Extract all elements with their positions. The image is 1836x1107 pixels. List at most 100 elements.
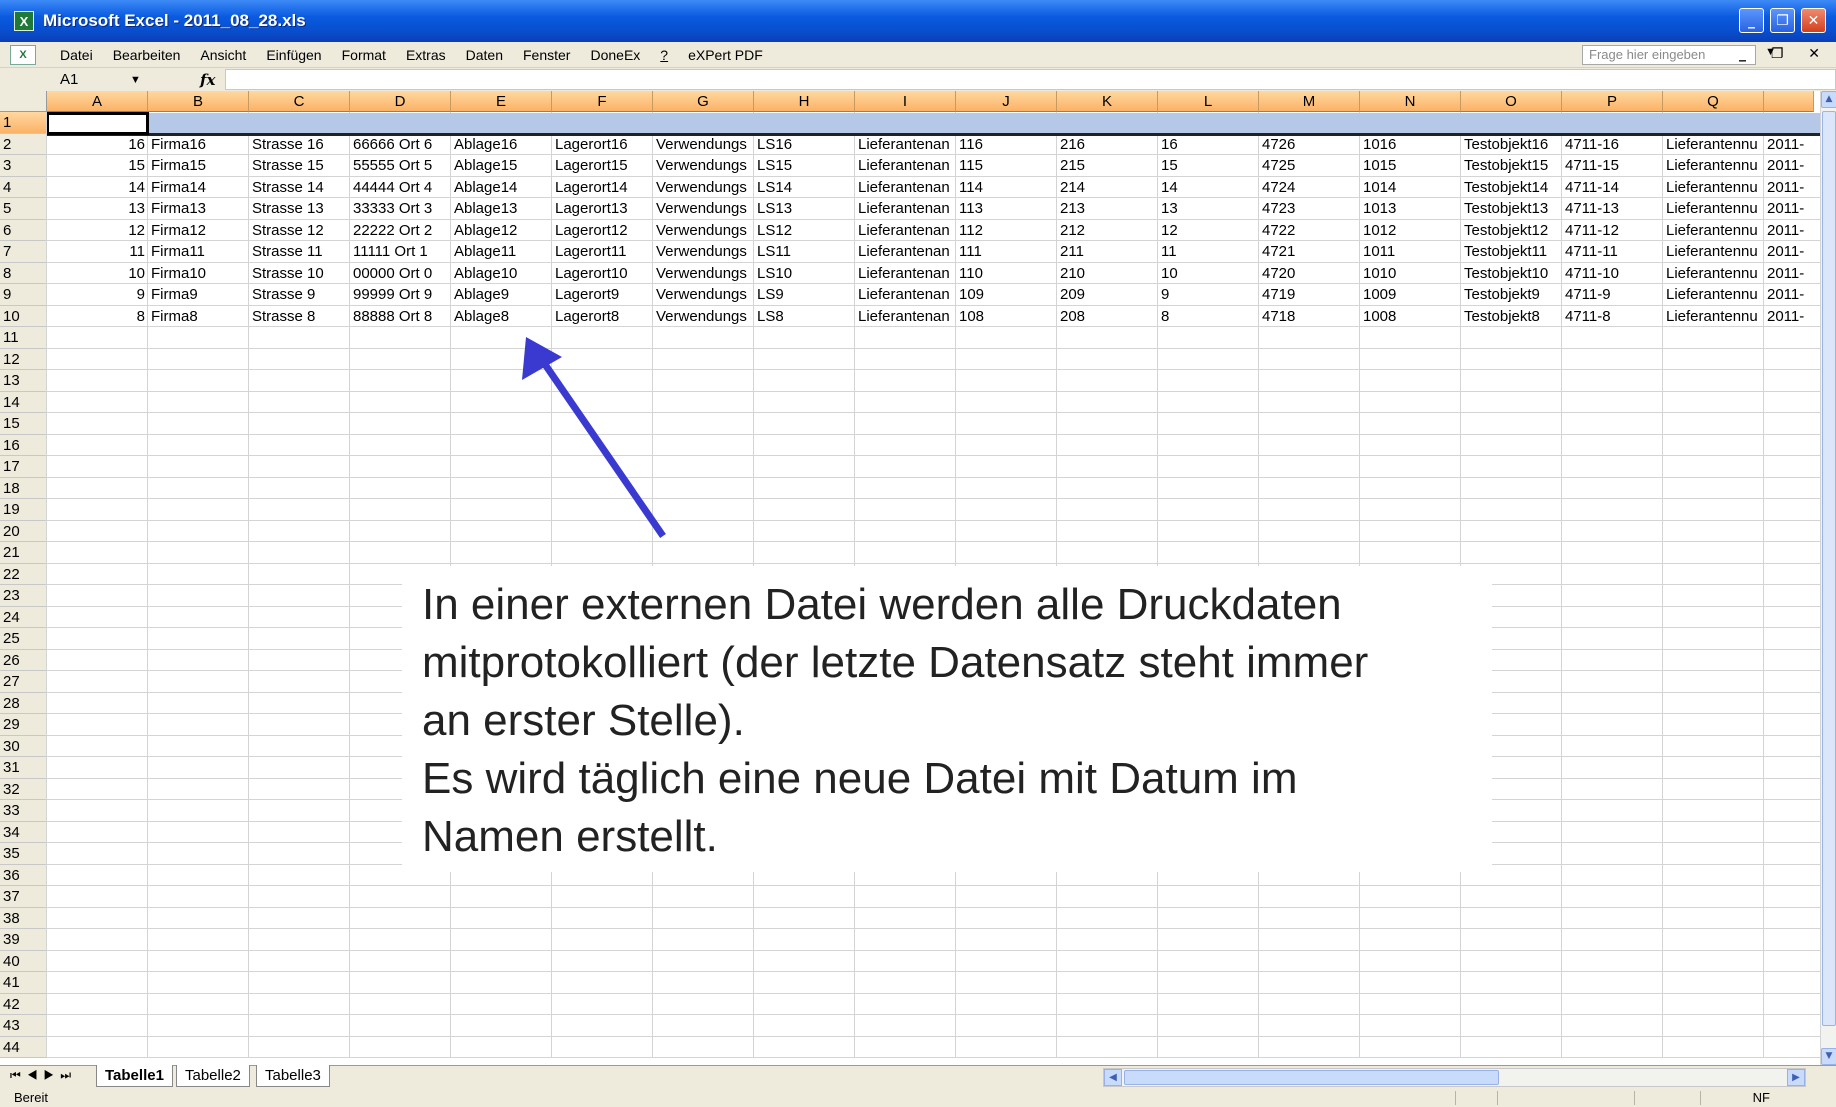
cell-c4[interactable]: Strasse 14 xyxy=(249,177,350,198)
column-header-partial[interactable] xyxy=(1764,91,1814,112)
row-header-14[interactable]: 14 xyxy=(0,391,47,413)
scroll-right-icon[interactable]: ▶ xyxy=(1787,1069,1805,1086)
row-header-27[interactable]: 27 xyxy=(0,671,47,693)
cell-q5[interactable]: Lieferantennu xyxy=(1663,198,1764,219)
cell-l4[interactable]: 14 xyxy=(1158,177,1259,198)
cell-h7[interactable]: LS11 xyxy=(754,241,855,262)
minimize-icon[interactable]: _ xyxy=(1739,8,1764,33)
cell-d8[interactable]: 00000 Ort 0 xyxy=(350,263,451,284)
column-header-b[interactable]: B xyxy=(148,91,249,112)
cell-p5[interactable]: 4711-13 xyxy=(1562,198,1663,219)
cell-b3[interactable]: Firma15 xyxy=(148,155,249,176)
cell-g8[interactable]: Verwendungs xyxy=(653,263,754,284)
row-header-32[interactable]: 32 xyxy=(0,778,47,800)
row-header-7[interactable]: 7 xyxy=(0,241,47,263)
cell-n3[interactable]: 1015 xyxy=(1360,155,1461,176)
row-header-42[interactable]: 42 xyxy=(0,993,47,1015)
cell-c7[interactable]: Strasse 11 xyxy=(249,241,350,262)
cell-g4[interactable]: Verwendungs xyxy=(653,177,754,198)
cell-n8[interactable]: 1010 xyxy=(1360,263,1461,284)
menu-extras[interactable]: Extras xyxy=(396,47,456,63)
row-header-3[interactable]: 3 xyxy=(0,155,47,177)
column-header-o[interactable]: O xyxy=(1461,91,1562,112)
tab-tabelle3[interactable]: Tabelle3 xyxy=(256,1065,330,1087)
cell-g3[interactable]: Verwendungs xyxy=(653,155,754,176)
cell-i2[interactable]: Lieferantenan xyxy=(855,134,956,155)
cell-m10[interactable]: 4718 xyxy=(1259,306,1360,327)
cell-l7[interactable]: 11 xyxy=(1158,241,1259,262)
active-cell-cursor[interactable] xyxy=(47,112,149,135)
cell-e2[interactable]: Ablage16 xyxy=(451,134,552,155)
cell-m6[interactable]: 4722 xyxy=(1259,220,1360,241)
cell-q3[interactable]: Lieferantennu xyxy=(1663,155,1764,176)
cell-h5[interactable]: LS13 xyxy=(754,198,855,219)
cell-p4[interactable]: 4711-14 xyxy=(1562,177,1663,198)
cell-o2[interactable]: Testobjekt16 xyxy=(1461,134,1562,155)
row-header-21[interactable]: 21 xyxy=(0,542,47,564)
cell-a9[interactable]: 9 xyxy=(47,284,148,305)
row-header-10[interactable]: 10 xyxy=(0,305,47,327)
vertical-scrollbar[interactable]: ▲ ▼ xyxy=(1820,91,1836,1065)
row-header-24[interactable]: 24 xyxy=(0,606,47,628)
cell-i10[interactable]: Lieferantenan xyxy=(855,306,956,327)
cell-q6[interactable]: Lieferantennu xyxy=(1663,220,1764,241)
cell-o10[interactable]: Testobjekt8 xyxy=(1461,306,1562,327)
row-header-23[interactable]: 23 xyxy=(0,585,47,607)
cell-l2[interactable]: 16 xyxy=(1158,134,1259,155)
cell-e7[interactable]: Ablage11 xyxy=(451,241,552,262)
column-header-f[interactable]: F xyxy=(552,91,653,112)
cell-l10[interactable]: 8 xyxy=(1158,306,1259,327)
cell-i5[interactable]: Lieferantenan xyxy=(855,198,956,219)
menu-daten[interactable]: Daten xyxy=(456,47,513,63)
cell-a2[interactable]: 16 xyxy=(47,134,148,155)
cell-i9[interactable]: Lieferantenan xyxy=(855,284,956,305)
row-header-22[interactable]: 22 xyxy=(0,563,47,585)
cell-h6[interactable]: LS12 xyxy=(754,220,855,241)
row-header-9[interactable]: 9 xyxy=(0,284,47,306)
cell-d4[interactable]: 44444 Ort 4 xyxy=(350,177,451,198)
cell-d6[interactable]: 22222 Ort 2 xyxy=(350,220,451,241)
menu-einfuegen[interactable]: Einfügen xyxy=(256,47,331,63)
row-header-2[interactable]: 2 xyxy=(0,133,47,155)
row-header-17[interactable]: 17 xyxy=(0,456,47,478)
column-header-i[interactable]: I xyxy=(855,91,956,112)
cell-b9[interactable]: Firma9 xyxy=(148,284,249,305)
cell-j3[interactable]: 115 xyxy=(956,155,1057,176)
cell-k4[interactable]: 214 xyxy=(1057,177,1158,198)
cell-c10[interactable]: Strasse 8 xyxy=(249,306,350,327)
cell-o4[interactable]: Testobjekt14 xyxy=(1461,177,1562,198)
row-header-26[interactable]: 26 xyxy=(0,649,47,671)
cell-e3[interactable]: Ablage15 xyxy=(451,155,552,176)
cell-m5[interactable]: 4723 xyxy=(1259,198,1360,219)
cell-e10[interactable]: Ablage8 xyxy=(451,306,552,327)
row-header-1[interactable]: 1 xyxy=(0,112,47,134)
column-header-k[interactable]: K xyxy=(1057,91,1158,112)
column-header-g[interactable]: G xyxy=(653,91,754,112)
next-sheet-icon[interactable]: ▶ xyxy=(44,1068,61,1082)
cell-i4[interactable]: Lieferantenan xyxy=(855,177,956,198)
cell-b10[interactable]: Firma8 xyxy=(148,306,249,327)
cell-o9[interactable]: Testobjekt9 xyxy=(1461,284,1562,305)
cell-q8[interactable]: Lieferantennu xyxy=(1663,263,1764,284)
tab-tabelle2[interactable]: Tabelle2 xyxy=(176,1065,250,1087)
cell-i8[interactable]: Lieferantenan xyxy=(855,263,956,284)
cell-m4[interactable]: 4724 xyxy=(1259,177,1360,198)
cell-h2[interactable]: LS16 xyxy=(754,134,855,155)
cell-o7[interactable]: Testobjekt11 xyxy=(1461,241,1562,262)
cell-d3[interactable]: 55555 Ort 5 xyxy=(350,155,451,176)
cell-c2[interactable]: Strasse 16 xyxy=(249,134,350,155)
cell-f7[interactable]: Lagerort11 xyxy=(552,241,653,262)
scroll-up-icon[interactable]: ▲ xyxy=(1821,91,1836,108)
cell-r7[interactable]: 2011- xyxy=(1764,241,1814,262)
row-header-34[interactable]: 34 xyxy=(0,821,47,843)
cell-l9[interactable]: 9 xyxy=(1158,284,1259,305)
cell-h9[interactable]: LS9 xyxy=(754,284,855,305)
ask-question-input[interactable]: Frage hier eingeben xyxy=(1582,45,1756,65)
row-header-4[interactable]: 4 xyxy=(0,176,47,198)
cell-k7[interactable]: 211 xyxy=(1057,241,1158,262)
cell-c9[interactable]: Strasse 9 xyxy=(249,284,350,305)
cell-q4[interactable]: Lieferantennu xyxy=(1663,177,1764,198)
column-header-l[interactable]: L xyxy=(1158,91,1259,112)
menu-expert-pdf[interactable]: eXPert PDF xyxy=(678,47,773,63)
cell-k9[interactable]: 209 xyxy=(1057,284,1158,305)
